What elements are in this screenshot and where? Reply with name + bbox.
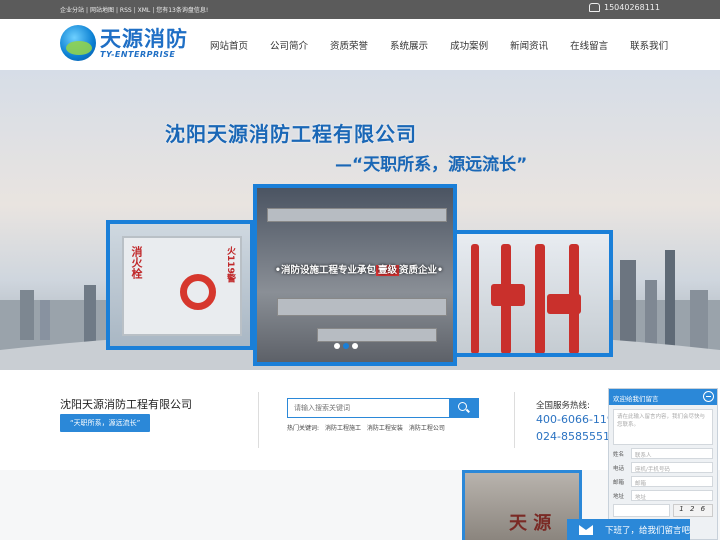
- company-name: 沈阳天源消防工程有限公司: [60, 398, 192, 411]
- captcha-image[interactable]: 1 2 6: [673, 504, 713, 517]
- banner-caption-pre: •消防设施工程专业承包: [274, 265, 376, 276]
- pipe-installation-image: •消防设施工程专业承包 壹级 资质企业•: [253, 184, 457, 366]
- email-field[interactable]: 邮箱: [631, 476, 713, 487]
- hotline-number-2: 024-85855511: [536, 430, 617, 443]
- captcha-row: 1 2 6: [613, 504, 713, 517]
- hot-keyword-1[interactable]: 消防工程施工: [325, 425, 361, 432]
- message-title: 欢迎给我们留言: [613, 395, 659, 403]
- cabinet-label: 消火栓: [130, 246, 143, 279]
- offline-message-text: 下班了，给我们留言吧: [604, 525, 690, 536]
- form-row-email: 邮箱 邮箱: [613, 476, 713, 487]
- logo-cn-text: 天源消防: [100, 26, 188, 51]
- address-label: 地址: [613, 493, 625, 500]
- minimize-icon[interactable]: [703, 391, 714, 402]
- main-nav: 网站首页 公司简介 资质荣誉 系统展示 成功案例 新闻资讯 在线留言 联系我们: [210, 38, 690, 52]
- name-label: 姓名: [613, 451, 625, 458]
- office-sign-text: 天 源: [509, 513, 552, 534]
- top-bar: 企业分站 | 网站地图 | RSS | XML | 您有13条询盘信息! 1504026…: [0, 0, 720, 19]
- hotline-label: 全国服务热线:: [536, 401, 590, 411]
- nav-message[interactable]: 在线留言: [570, 38, 608, 52]
- message-widget: 欢迎给我们留言 请在此输入留言内容，我们会尽快与您联系。 姓名 联系人 电话 座…: [608, 388, 718, 540]
- logo-en-text: TY-ENTERPRISE: [100, 49, 176, 59]
- motto-button[interactable]: “天职所系，源远流长”: [60, 414, 151, 432]
- banner-caption-highlight: 壹级: [375, 265, 399, 276]
- search-box: [287, 398, 479, 418]
- banner-caption: •消防设施工程专业承包 壹级 资质企业•: [261, 262, 453, 276]
- hot-keyword-2[interactable]: 消防工程安装: [367, 425, 403, 432]
- phone-label: 电话: [613, 465, 625, 472]
- logo-globe-icon: [60, 25, 96, 61]
- hero-banner[interactable]: 沈阳天源消防工程有限公司 —“天职所系，源远流长” 消火栓 火119警 •消防设…: [0, 70, 720, 370]
- email-label: 邮箱: [613, 479, 625, 486]
- office-sign-image: 天 源: [462, 470, 582, 540]
- message-textarea[interactable]: 请在此输入留言内容，我们会尽快与您联系。: [613, 409, 713, 445]
- envelope-icon: [579, 524, 593, 535]
- banner-caption-post: 资质企业•: [399, 265, 444, 276]
- form-row-name: 姓名 联系人: [613, 448, 713, 459]
- address-field[interactable]: 地址: [631, 490, 713, 501]
- hot-keywords-label: 热门关键词:: [287, 425, 320, 432]
- hotline-number-1: 400-6066-119: [536, 413, 614, 426]
- hot-keyword-3[interactable]: 消防工程公司: [409, 425, 445, 432]
- fire-cabinet-image: 消火栓 火119警: [106, 220, 254, 350]
- top-phone-number: 15040268111: [604, 3, 660, 12]
- carousel-dot-1[interactable]: [334, 343, 340, 349]
- fire-pipes-image: [453, 230, 613, 357]
- name-field[interactable]: 联系人: [631, 448, 713, 459]
- nav-contact[interactable]: 联系我们: [630, 38, 668, 52]
- link-substation[interactable]: 企业分站: [60, 7, 84, 14]
- top-phone: 15040268111: [589, 3, 660, 12]
- offline-message-bar[interactable]: 下班了，给我们留言吧: [567, 519, 690, 540]
- hot-keywords: 热门关键词: 消防工程施工 消防工程安装 消防工程公司: [287, 423, 449, 432]
- nav-systems[interactable]: 系统展示: [390, 38, 428, 52]
- nav-about[interactable]: 公司简介: [270, 38, 308, 52]
- top-links: 企业分站 | 网站地图 | RSS | XML | 您有13条询盘信息!: [60, 7, 209, 14]
- carousel-dot-2[interactable]: [343, 343, 349, 349]
- carousel-dot-3[interactable]: [352, 343, 358, 349]
- nav-news[interactable]: 新闻资讯: [510, 38, 548, 52]
- divider: [514, 392, 515, 448]
- banner-title: 沈阳天源消防工程有限公司: [165, 122, 417, 146]
- captcha-input[interactable]: [613, 504, 671, 517]
- cabinet-label-2: 火119警: [225, 246, 235, 283]
- search-icon: [458, 402, 467, 411]
- inquiry-notice[interactable]: 您有13条询盘信息!: [156, 7, 208, 14]
- search-button[interactable]: [449, 399, 478, 417]
- link-rss[interactable]: RSS: [120, 7, 132, 14]
- form-row-phone: 电话 座机/手机号码: [613, 462, 713, 473]
- link-sitemap[interactable]: 网站地图: [90, 7, 114, 14]
- carousel-dots: [334, 343, 358, 349]
- search-input[interactable]: [288, 399, 449, 417]
- link-xml[interactable]: XML: [138, 7, 151, 14]
- header: 天源消防 TY-ENTERPRISE 网站首页 公司简介 资质荣誉 系统展示 成…: [0, 19, 720, 70]
- nav-honors[interactable]: 资质荣誉: [330, 38, 368, 52]
- nav-home[interactable]: 网站首页: [210, 38, 248, 52]
- site-logo[interactable]: 天源消防 TY-ENTERPRISE: [60, 25, 188, 61]
- form-row-address: 地址 地址: [613, 490, 713, 501]
- telephone-icon: [589, 3, 600, 12]
- nav-cases[interactable]: 成功案例: [450, 38, 488, 52]
- phone-field[interactable]: 座机/手机号码: [631, 462, 713, 473]
- fire-hose-icon: [180, 274, 216, 310]
- divider: [258, 392, 259, 448]
- banner-slogan: —“天职所系，源远流长”: [335, 155, 528, 175]
